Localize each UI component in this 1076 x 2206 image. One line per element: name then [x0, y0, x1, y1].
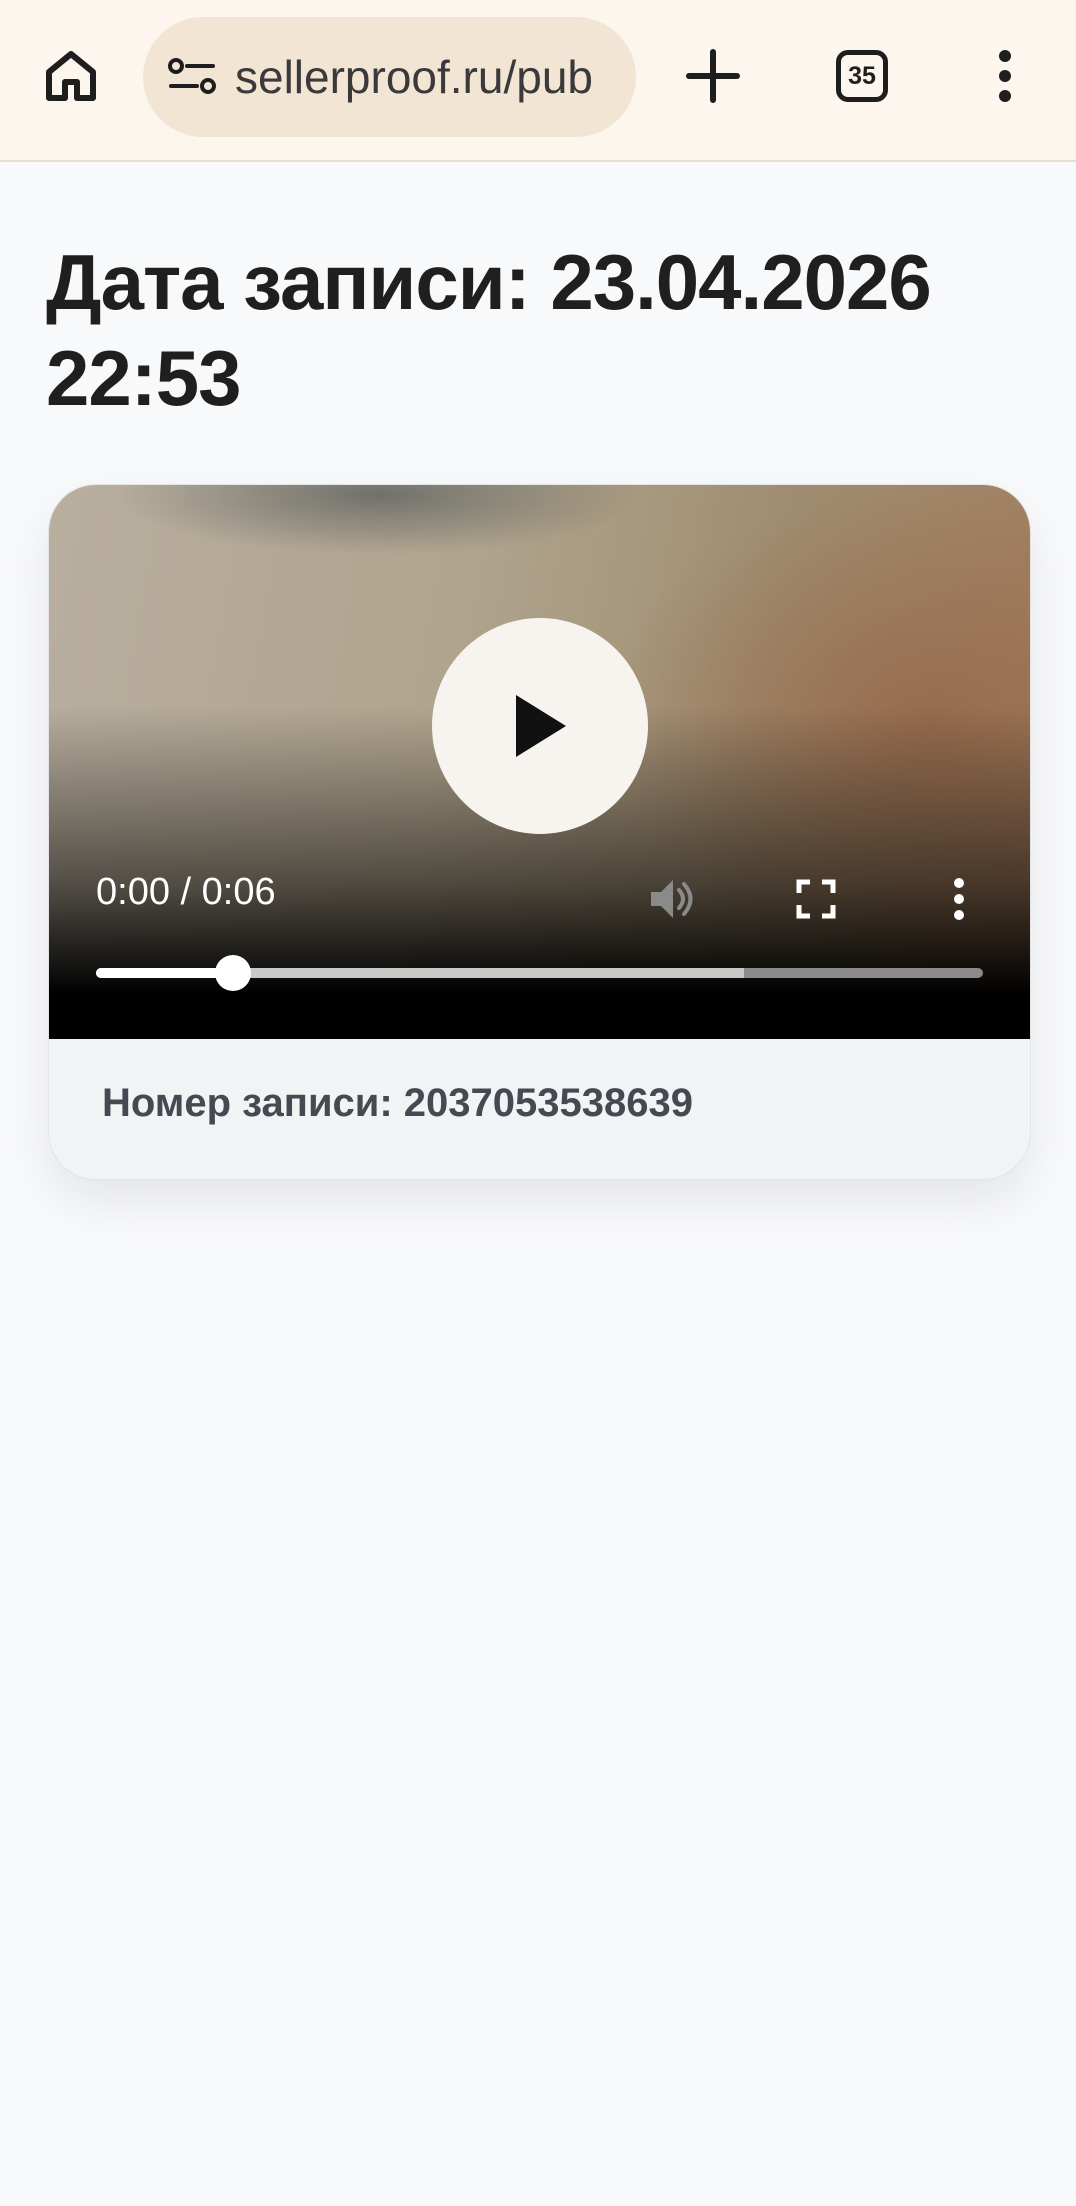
tab-switcher-icon: 35	[836, 50, 888, 102]
browser-menu-button[interactable]	[970, 36, 1040, 116]
url-text[interactable]: sellerproof.ru/pub	[235, 50, 607, 104]
new-tab-icon	[686, 49, 740, 103]
play-button[interactable]	[432, 618, 648, 834]
browser-toolbar: sellerproof.ru/pub 35	[0, 0, 1076, 162]
video-card: 0:00 / 0:06 Номер записи: 2037053538639	[48, 484, 1031, 1180]
video-player[interactable]: 0:00 / 0:06	[49, 485, 1030, 1039]
fullscreen-button[interactable]	[786, 869, 846, 929]
fullscreen-icon	[796, 879, 836, 919]
record-number: Номер записи: 2037053538639	[102, 1081, 693, 1125]
home-button[interactable]	[36, 36, 106, 116]
page-title: Дата записи: 23.04.2026 22:53	[46, 238, 932, 422]
new-tab-button[interactable]	[678, 36, 748, 116]
play-icon	[516, 695, 566, 757]
site-settings-icon[interactable]	[163, 57, 223, 97]
tab-switcher-button[interactable]: 35	[827, 36, 897, 116]
home-icon	[46, 51, 96, 101]
progress-played	[96, 968, 234, 978]
more-options-icon	[954, 878, 964, 920]
tab-count: 35	[848, 61, 876, 90]
mute-icon	[651, 880, 693, 918]
more-menu-icon	[999, 50, 1011, 102]
time-display: 0:00 / 0:06	[96, 871, 276, 913]
mute-button[interactable]	[642, 869, 702, 929]
address-bar[interactable]: sellerproof.ru/pub	[143, 17, 636, 137]
video-options-button[interactable]	[929, 869, 989, 929]
